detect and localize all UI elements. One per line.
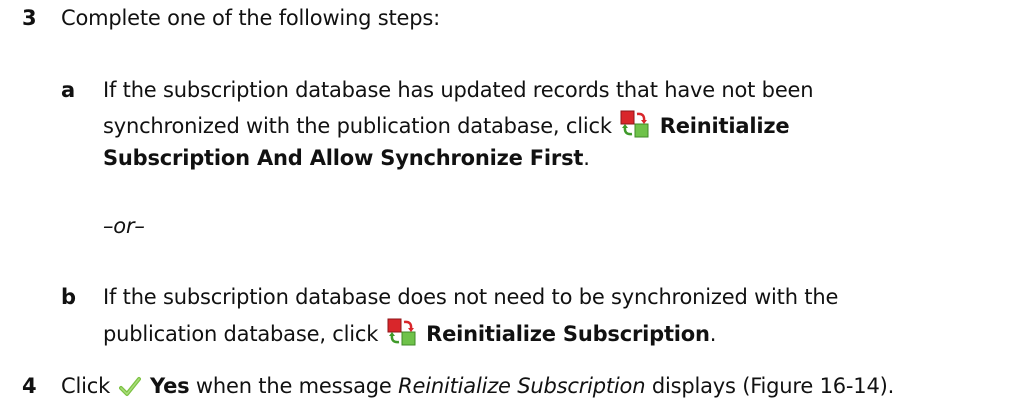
- message-name: Reinitialize Subscription: [398, 374, 646, 398]
- step-3b-line-1: If the subscription database does not ne…: [103, 285, 839, 309]
- step-4-middle: when the message: [195, 374, 392, 398]
- step-4-text: Click Yes when the message Reinitialize …: [61, 372, 894, 405]
- step-3b-letter: b: [61, 285, 77, 309]
- step-3a-letter: a: [61, 78, 76, 102]
- instruction-page: { "steps": { "step3": { "number": "3", "…: [0, 0, 1021, 412]
- step-4-number: 4: [22, 374, 37, 398]
- step-4-click: Click: [61, 374, 111, 398]
- step-3b-period: .: [709, 322, 717, 346]
- reinitialize-allow-sync-label: Subscription And Allow Synchronize First: [103, 146, 584, 170]
- reinitialize-icon: [387, 318, 417, 353]
- checkmark-icon: [118, 376, 141, 405]
- step-3a-line-2: synchronized with the publication databa…: [103, 110, 790, 145]
- step-3a-line-2-text: synchronized with the publication databa…: [103, 114, 612, 138]
- step-3b-line-2: publication database, click Reinitialize…: [103, 318, 716, 353]
- step-3a-period: .: [583, 146, 590, 170]
- step-4-suffix: displays (Figure 16-14).: [651, 374, 895, 398]
- reinitialize-label: Reinitialize: [659, 114, 790, 138]
- step-3b-line-2-text: publication database, click: [103, 322, 379, 346]
- or-separator: –or–: [103, 214, 145, 238]
- reinitialize-icon: [620, 110, 650, 145]
- step-3a-line-1: If the subscription database has updated…: [103, 78, 814, 102]
- step-3-text: Complete one of the following steps:: [61, 6, 441, 30]
- step-3a-line-3: Subscription And Allow Synchronize First…: [103, 144, 590, 172]
- yes-label: Yes: [150, 374, 190, 398]
- reinitialize-subscription-label: Reinitialize Subscription: [426, 322, 710, 346]
- step-3-number: 3: [22, 6, 37, 30]
